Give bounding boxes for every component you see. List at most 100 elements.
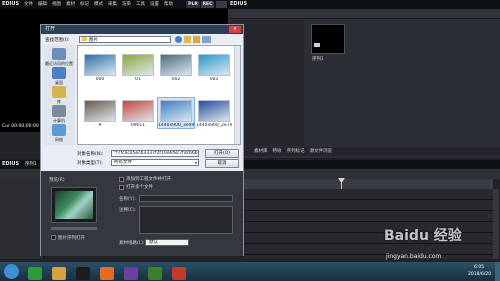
dialog-title: 打开 xyxy=(45,26,56,32)
bin-title-bar: EDIUS xyxy=(228,0,500,9)
menu-bar: 文件 编辑 视图 素材 标记 模式 采集 渲染 工具 设置 帮助 xyxy=(24,1,178,9)
file-item[interactable]: 01 xyxy=(120,52,156,82)
file-name: 1440x900_2e7e... xyxy=(196,123,232,128)
watermark-logo: Baidu 经验 xyxy=(384,228,462,244)
cancel-button[interactable]: 取消 xyxy=(205,159,239,168)
track-lane xyxy=(244,189,493,200)
menu-item[interactable]: 模式 xyxy=(94,2,103,7)
clock-time[interactable]: 6:05 xyxy=(474,265,484,270)
timeline-scrollbar[interactable] xyxy=(493,189,499,259)
file-thumbnail xyxy=(84,54,116,76)
lookin-dropdown[interactable]: 图片 xyxy=(79,36,171,43)
menu-item[interactable]: 帮助 xyxy=(164,2,173,7)
open-dialog: 打开 × 查找范围(I): 图片 最近访问的位置 桌面库计算机 网络 000 01 00… xyxy=(40,24,244,256)
file-thumbnail xyxy=(198,54,230,76)
dialog-title-bar: 打开 × xyxy=(41,25,243,34)
view-menu-icon[interactable] xyxy=(202,36,211,43)
track-lane xyxy=(244,244,493,255)
name-label: 名称(Y): xyxy=(119,197,136,202)
places-bar: 最近访问的位置 桌面库计算机 网络 xyxy=(43,45,75,145)
file-view: 000 01 002 003 9 09011 1440x900_3ed9f3d...1440… xyxy=(77,45,241,145)
add-project-label: 添加到工程文件并打开 xyxy=(126,177,171,182)
file-item[interactable]: 003 xyxy=(196,52,232,82)
video-app-icon[interactable] xyxy=(124,267,138,280)
file-item[interactable]: 09011 xyxy=(120,98,156,128)
qq-icon[interactable] xyxy=(76,267,90,280)
menu-item[interactable]: 视图 xyxy=(52,2,61,7)
file-item[interactable]: 9 xyxy=(82,98,118,128)
system-tray xyxy=(430,264,470,279)
bin-tab[interactable]: 序列标记 xyxy=(287,149,305,154)
app-title: EDIUS xyxy=(2,1,20,7)
flag-icon[interactable] xyxy=(172,267,186,280)
rec-toggle[interactable]: REC xyxy=(201,1,214,8)
network-icon xyxy=(52,124,66,136)
window-controls[interactable] xyxy=(216,1,227,8)
comment-input[interactable] xyxy=(139,206,233,234)
folder-icon xyxy=(82,37,87,41)
menu-item[interactable]: 标记 xyxy=(80,2,89,7)
reel-label: 素材线路(L): xyxy=(119,241,145,246)
track-area xyxy=(244,189,493,259)
preview-label: 预览(R) xyxy=(49,178,65,183)
name-input[interactable] xyxy=(139,195,233,202)
firefox-icon[interactable] xyxy=(100,267,114,280)
menu-item[interactable]: 渲染 xyxy=(122,2,131,7)
option-checkbox[interactable] xyxy=(119,185,124,190)
place-item[interactable]: 计算机 xyxy=(45,105,73,124)
explorer-icon[interactable] xyxy=(52,267,66,280)
nav-back-icon[interactable] xyxy=(175,36,182,43)
menu-item[interactable]: 工具 xyxy=(136,2,145,7)
add-project-checkbox[interactable] xyxy=(119,177,124,182)
file-item[interactable]: 000 xyxy=(82,52,118,82)
menu-item[interactable]: 设置 xyxy=(150,2,159,7)
menu-item[interactable]: 素材 xyxy=(66,2,75,7)
desktop-icon xyxy=(52,67,66,79)
file-item[interactable]: 002 xyxy=(158,52,194,82)
file-item[interactable]: 1440x900_3ed9f3d... xyxy=(157,97,195,129)
reel-select[interactable]: 默认 xyxy=(145,239,189,246)
media-player-icon[interactable] xyxy=(28,267,42,280)
file-thumbnail xyxy=(122,100,154,122)
preview-box xyxy=(51,187,97,223)
open-button[interactable]: 打开(O) xyxy=(205,149,239,158)
file-name: 000 xyxy=(95,77,105,82)
file-thumbnail xyxy=(198,100,230,122)
menu-item[interactable]: 文件 xyxy=(24,2,33,7)
up-folder-icon[interactable] xyxy=(184,36,191,43)
bin-tab[interactable]: 素材库 xyxy=(254,149,268,154)
place-item[interactable]: 最近访问的位置 xyxy=(45,48,73,67)
close-icon[interactable]: × xyxy=(229,26,241,33)
file-view-scrollbar[interactable] xyxy=(234,46,240,144)
file-thumbnail xyxy=(160,100,192,122)
show-desktop-button[interactable] xyxy=(495,262,500,281)
preview-slider[interactable] xyxy=(51,227,97,230)
sequence-icon xyxy=(314,43,320,47)
file-name: 01 xyxy=(135,77,141,82)
place-item[interactable]: 网络 xyxy=(45,124,73,143)
place-item[interactable]: 桌面 xyxy=(45,67,73,86)
bin-clip[interactable] xyxy=(311,24,345,54)
menu-item[interactable]: 编辑 xyxy=(38,2,47,7)
recent-places-icon xyxy=(52,48,66,60)
bin-tabs: 素材库 特效 序列标记 源文件浏览 xyxy=(228,147,500,156)
clock-date[interactable]: 2018/6/20 xyxy=(468,272,491,277)
option-checkbox-label: 打开多个文件 xyxy=(126,185,153,190)
bin-tab[interactable]: 源文件浏览 xyxy=(310,149,333,154)
filename-input[interactable]: "f7fcaca5ecb3337f2f10e6f8c7fdcb6b8f... xyxy=(111,150,199,157)
file-item[interactable]: 1440x900_2e7e... xyxy=(196,98,232,128)
start-orb-icon[interactable] xyxy=(4,264,19,279)
bin-tab[interactable]: 特效 xyxy=(273,149,282,154)
filetype-label: 对象类型(T): xyxy=(77,161,103,166)
filetype-select[interactable]: 所有文件 ▾ xyxy=(111,159,199,166)
new-folder-icon[interactable] xyxy=(193,36,200,43)
file-name: 002 xyxy=(171,77,181,82)
sequence-checkbox[interactable] xyxy=(51,235,56,240)
timeline-ruler[interactable] xyxy=(244,179,493,189)
edius-icon[interactable] xyxy=(148,267,162,280)
plr-toggle[interactable]: PLR xyxy=(186,1,200,8)
chevron-down-icon: ▾ xyxy=(194,160,197,165)
filename-label: 对象名称(N): xyxy=(77,152,104,157)
menu-item[interactable]: 采集 xyxy=(108,2,117,7)
place-item[interactable]: 库 xyxy=(45,86,73,105)
